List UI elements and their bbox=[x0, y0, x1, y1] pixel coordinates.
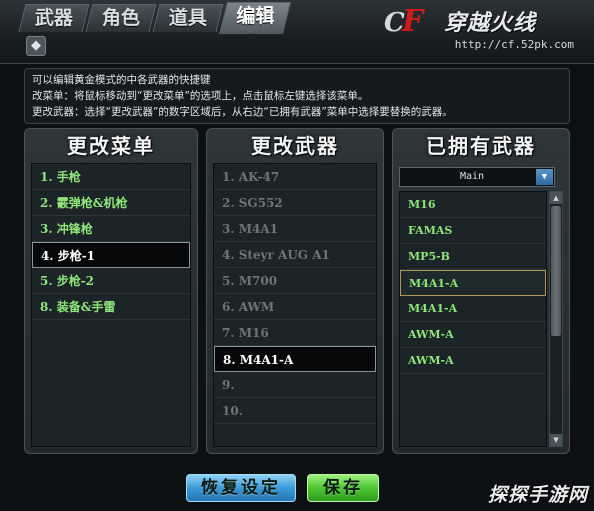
owned-weapon-item[interactable]: MP5-B bbox=[400, 244, 546, 270]
menu-item[interactable]: 1. 手枪 bbox=[32, 164, 190, 190]
menu-item[interactable]: 3. 冲锋枪 bbox=[32, 216, 190, 242]
menu-item[interactable]: 2. 霰弹枪&机枪 bbox=[32, 190, 190, 216]
weapon-slot[interactable]: 6. AWM bbox=[214, 294, 376, 320]
reset-settings-button[interactable]: 恢复设定 bbox=[186, 474, 296, 502]
owned-list-scrollbar[interactable]: ▲ ▼ bbox=[549, 191, 563, 447]
owned-weapon-list: M16 FAMAS MP5-B M4A1-A M4A1-A AWM-A AWM-… bbox=[399, 191, 547, 447]
settings-icon[interactable]: ◆ bbox=[26, 36, 46, 56]
panel-title: 更改菜单 bbox=[67, 134, 155, 158]
tab-bar: 武器 角色 道具 编辑 bbox=[18, 2, 292, 34]
weapon-slot[interactable]: 2. SG552 bbox=[214, 190, 376, 216]
weapon-slot-list: 1. AK-47 2. SG552 3. M4A1 4. Steyr AUG A… bbox=[213, 163, 377, 447]
owned-weapon-item[interactable]: M16 bbox=[400, 192, 546, 218]
owned-weapon-item[interactable]: M4A1-A bbox=[400, 296, 546, 322]
scroll-up-icon[interactable]: ▲ bbox=[550, 192, 562, 204]
owned-weapons-panel: 已拥有武器 Main ▼ M16 FAMAS MP5-B M4A1-A M4A1… bbox=[392, 128, 570, 454]
panel-title: 更改武器 bbox=[251, 134, 339, 158]
save-button[interactable]: 保存 bbox=[307, 474, 379, 502]
weapon-slot-selected[interactable]: 8. M4A1-A bbox=[214, 346, 376, 372]
weapon-slot[interactable]: 7. M16 bbox=[214, 320, 376, 346]
instruction-line: 更改武器：选择“更改武器”的数字区域后，从右边“已拥有武器”菜单中选择要替换的武… bbox=[32, 106, 453, 118]
weapon-slot[interactable]: 1. AK-47 bbox=[214, 164, 376, 190]
change-weapon-panel: 更改武器 1. AK-47 2. SG552 3. M4A1 4. Steyr … bbox=[206, 128, 384, 454]
top-bar: 武器 角色 道具 编辑 C F 穿越火线 http://cf.52pk.com … bbox=[0, 0, 594, 64]
instruction-line: 改菜单：将鼠标移动到“更改菜单”的选项上，点击鼠标左键选择该菜单。 bbox=[32, 90, 369, 102]
weapon-slot[interactable]: 9. bbox=[214, 372, 376, 398]
weapon-slot[interactable]: 3. M4A1 bbox=[214, 216, 376, 242]
tab-characters[interactable]: 角色 bbox=[85, 4, 157, 32]
site-url: http://cf.52pk.com bbox=[454, 38, 574, 51]
owned-weapon-item-selected[interactable]: M4A1-A bbox=[400, 270, 546, 296]
scroll-thumb[interactable] bbox=[551, 206, 561, 336]
tab-edit[interactable]: 编辑 bbox=[219, 2, 292, 34]
menu-item[interactable]: 8. 装备&手雷 bbox=[32, 294, 190, 320]
owned-weapon-item[interactable]: AWM-A bbox=[400, 348, 546, 374]
instruction-line: 可以编辑黄金模式的中各武器的快捷键 bbox=[32, 74, 211, 86]
cf-logo-icon: C F bbox=[384, 4, 424, 39]
weapon-slot[interactable]: 10. bbox=[214, 398, 376, 424]
panel-title: 已拥有武器 bbox=[426, 134, 536, 158]
instructions-box: 可以编辑黄金模式的中各武器的快捷键 改菜单：将鼠标移动到“更改菜单”的选项上，点… bbox=[24, 68, 570, 124]
menu-item[interactable]: 5. 步枪-2 bbox=[32, 268, 190, 294]
logo-text: 穿越火线 bbox=[444, 11, 537, 36]
menu-item-selected[interactable]: 4. 步枪-1 bbox=[32, 242, 190, 268]
weapon-slot[interactable]: 4. Steyr AUG A1 bbox=[214, 242, 376, 268]
menu-list: 1. 手枪 2. 霰弹枪&机枪 3. 冲锋枪 4. 步枪-1 5. 步枪-2 8… bbox=[31, 163, 191, 447]
site-watermark: 探探手游网 bbox=[487, 484, 588, 506]
game-logo: C F 穿越火线 bbox=[384, 4, 580, 39]
owned-weapon-item[interactable]: AWM-A bbox=[400, 322, 546, 348]
change-menu-panel: 更改菜单 1. 手枪 2. 霰弹枪&机枪 3. 冲锋枪 4. 步枪-1 5. 步… bbox=[24, 128, 198, 454]
tab-weapons[interactable]: 武器 bbox=[18, 4, 90, 32]
chevron-down-icon[interactable]: ▼ bbox=[536, 169, 553, 185]
weapon-slot[interactable]: 5. M700 bbox=[214, 268, 376, 294]
weapon-category-dropdown[interactable]: Main ▼ bbox=[399, 167, 555, 187]
scroll-down-icon[interactable]: ▼ bbox=[550, 434, 562, 446]
owned-weapon-item[interactable]: FAMAS bbox=[400, 218, 546, 244]
tab-items[interactable]: 道具 bbox=[152, 4, 224, 32]
dropdown-value: Main bbox=[460, 171, 485, 182]
